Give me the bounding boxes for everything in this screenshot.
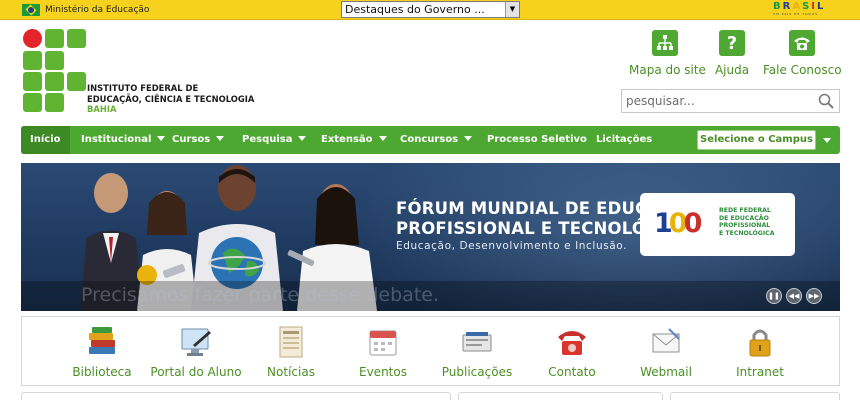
newspaper-icon [279, 326, 303, 358]
quick-link-publicacoes[interactable]: Publicações [427, 325, 527, 379]
search-icon[interactable] [818, 93, 834, 109]
nav-item-label: Início [30, 134, 61, 145]
chevron-down-icon [464, 136, 473, 141]
main-navigation: Início Institucional Cursos Pesquisa Ext… [21, 126, 840, 154]
government-highlights-select[interactable]: Destaques do Governo ... ▼ [341, 1, 520, 18]
sitemap-link[interactable]: Mapa do site [629, 30, 706, 77]
student-portal-icon [181, 328, 211, 356]
nav-item-label: Cursos [172, 134, 211, 145]
institute-line-3: BAHIA [87, 104, 117, 114]
nav-item-licitacoes[interactable]: Licitações [596, 126, 652, 154]
banner-caption-ghost: desse debate. [305, 284, 440, 306]
telephone-icon [558, 331, 586, 355]
phone-icon [789, 30, 815, 56]
quick-link-portal-do-aluno[interactable]: Portal do Aluno [146, 325, 246, 379]
institute-name[interactable]: INSTITUTO FEDERAL DE EDUCAÇÃO, CIÊNCIA E… [87, 83, 254, 115]
sidebar-box [670, 392, 840, 400]
banner-subtitle: Educação, Desenvolvimento e Inclusão. [396, 240, 628, 252]
institute-line-1: INSTITUTO FEDERAL DE [87, 83, 199, 93]
campus-select[interactable]: Selecione o Campus [697, 130, 816, 150]
nav-item-institucional[interactable]: Institucional [81, 126, 166, 154]
quick-link-intranet[interactable]: Intranet [710, 325, 810, 379]
rede-federal-card: 100 REDE FEDERAL DE EDUCAÇÃO PROFISSIONA… [640, 193, 795, 256]
contact-label: Fale Conosco [763, 63, 842, 77]
nav-item-pesquisa[interactable]: Pesquisa [242, 126, 307, 154]
nav-item-inicio[interactable]: Início [21, 126, 70, 154]
nav-item-concursos[interactable]: Concursos [400, 126, 473, 154]
select-arrow-icon: ▼ [505, 2, 519, 17]
government-bar: Ministério da Educação Destaques do Gove… [0, 0, 860, 20]
publications-icon [462, 332, 492, 352]
quick-link-label: Notícias [267, 365, 315, 379]
quick-link-webmail[interactable]: Webmail [616, 325, 716, 379]
nav-item-label: Extensão [321, 134, 373, 145]
quick-links-panel: Biblioteca Portal do Aluno Notícias Even… [21, 316, 840, 386]
search-input[interactable] [622, 90, 812, 112]
lock-icon [749, 329, 771, 357]
help-link[interactable]: ? Ajuda [713, 30, 751, 77]
brazil-flag-icon [22, 4, 40, 16]
rede-card-number: 100 [654, 208, 702, 239]
nav-item-label: Institucional [81, 134, 152, 145]
rede-card-text: REDE FEDERAL DE EDUCAÇÃO PROFISSIONAL E … [719, 207, 775, 237]
hero-banner[interactable]: Precisamos fazer parte desse debate. FÓR… [21, 163, 840, 311]
quick-link-label: Eventos [359, 365, 407, 379]
mail-icon [652, 328, 680, 353]
ministry-link[interactable]: Ministério da Educação [22, 2, 149, 18]
ministry-label: Ministério da Educação [45, 5, 150, 15]
institute-line-2: EDUCAÇÃO, CIÊNCIA E TECNOLOGIA [87, 93, 255, 104]
search-box [621, 89, 840, 113]
logo-red-circle [23, 29, 42, 48]
brasil-logo-tagline: UM PAÍS DE TODOS [773, 12, 819, 16]
quick-link-label: Biblioteca [72, 365, 132, 379]
campus-select-arrow-icon[interactable] [823, 138, 831, 143]
brasil-logo-word: BRASIL [773, 1, 826, 12]
nav-item-label: Licitações [596, 134, 653, 145]
quick-link-noticias[interactable]: Notícias [241, 325, 341, 379]
next-icon[interactable]: ▶▶ [806, 288, 822, 304]
help-icon: ? [719, 30, 745, 56]
nav-item-label: Concursos [400, 134, 459, 145]
quick-link-biblioteca[interactable]: Biblioteca [52, 325, 152, 379]
quick-link-label: Publicações [441, 365, 513, 379]
nav-item-cursos[interactable]: Cursos [172, 126, 225, 154]
nav-item-label: Processo Seletivo [487, 134, 587, 145]
government-highlights-value: Destaques do Governo ... [345, 3, 485, 16]
contact-link[interactable]: Fale Conosco [763, 30, 842, 77]
previous-icon[interactable]: ◀◀ [786, 288, 802, 304]
banner-caption-text: Precisamos fazer parte desse debate. [81, 284, 440, 306]
chevron-down-icon [157, 136, 166, 141]
help-label: Ajuda [714, 63, 750, 77]
books-icon [89, 327, 115, 354]
quick-link-label: Portal do Aluno [150, 365, 242, 379]
calendar-icon [369, 330, 397, 356]
quick-link-label: Webmail [640, 365, 692, 379]
page: Ministério da Educação Destaques do Gove… [0, 0, 860, 400]
chevron-down-icon [298, 136, 307, 141]
chevron-down-icon [216, 136, 225, 141]
brasil-logo[interactable]: BRASIL UM PAÍS DE TODOS [773, 2, 825, 17]
sitemap-icon [652, 30, 678, 56]
pause-icon[interactable]: ❚❚ [766, 288, 782, 304]
chevron-down-icon [378, 136, 387, 141]
sitemap-label: Mapa do site [629, 63, 706, 77]
quick-link-contato[interactable]: Contato [522, 325, 622, 379]
events-box [458, 392, 663, 400]
nav-item-processo-seletivo[interactable]: Processo Seletivo [487, 126, 587, 154]
ifba-logo[interactable] [23, 29, 87, 113]
nav-item-extensao[interactable]: Extensão [321, 126, 387, 154]
quick-link-eventos[interactable]: Eventos [333, 325, 433, 379]
nav-item-label: Pesquisa [242, 134, 293, 145]
quick-link-label: Intranet [736, 365, 784, 379]
quick-link-label: Contato [548, 365, 596, 379]
news-box [21, 392, 451, 400]
